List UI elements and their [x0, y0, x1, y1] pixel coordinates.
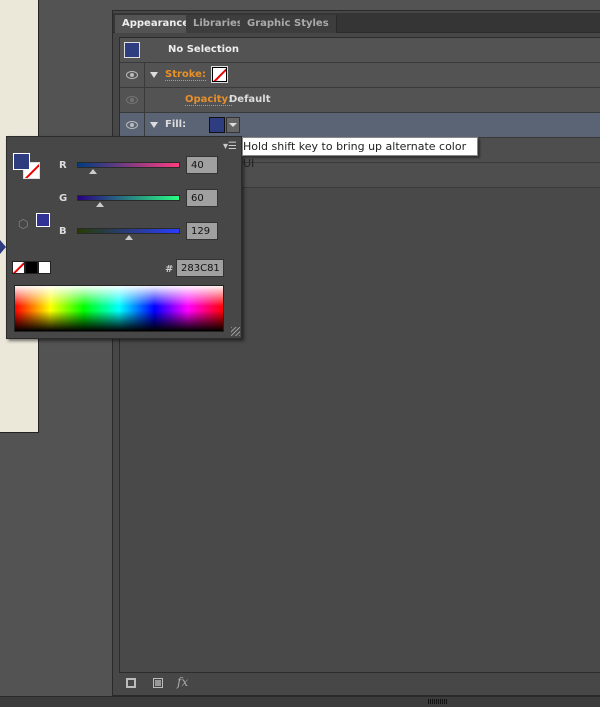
fill-row[interactable]: Fill: [120, 113, 600, 138]
r-slider-thumb[interactable] [89, 169, 97, 174]
color-picker-popup: ▾☰ ⬡ R 40 G 60 B 129 # 283C81 [6, 136, 242, 339]
g-slider-thumb[interactable] [96, 202, 104, 207]
stroke-row[interactable]: Stroke: [120, 63, 600, 88]
black-swatch[interactable] [25, 261, 38, 274]
expand-triangle-icon[interactable] [150, 72, 158, 78]
eye-icon[interactable] [126, 71, 138, 79]
opacity-row[interactable]: Opacity: Default [120, 88, 600, 113]
hex-input[interactable]: 283C81 [176, 259, 224, 277]
eye-icon[interactable] [126, 121, 138, 129]
opacity-label[interactable]: Opacity: [185, 94, 233, 106]
color-spectrum[interactable] [14, 285, 224, 332]
r-slider[interactable] [77, 162, 180, 168]
picker-menu-icon[interactable]: ▾☰ [223, 141, 237, 152]
b-slider[interactable] [77, 228, 180, 234]
panel-resize-bar[interactable] [0, 696, 600, 707]
eye-icon[interactable] [126, 96, 138, 104]
appearance-list: No Selection Stroke: Opacity: Default Fi… [119, 37, 600, 673]
fx-effects-button[interactable]: fx [177, 675, 188, 689]
selection-label: No Selection [168, 44, 240, 55]
tab-graphic-styles[interactable]: Graphic Styles [240, 15, 337, 33]
stroke-label[interactable]: Stroke: [165, 69, 206, 81]
g-slider[interactable] [77, 195, 180, 201]
fill-swatch[interactable] [209, 117, 225, 133]
none-swatch[interactable] [12, 261, 25, 274]
expand-triangle-icon[interactable] [150, 122, 158, 128]
add-fill-icon[interactable] [153, 678, 163, 688]
tooltip: Hold shift key to bring up alternate col… [242, 137, 478, 170]
stroke-swatch[interactable] [211, 66, 228, 83]
opacity-value: Default [229, 94, 271, 105]
grip-icon[interactable] [428, 699, 448, 704]
fill-proxy-swatch[interactable] [13, 153, 30, 170]
white-swatch[interactable] [38, 261, 51, 274]
tab-appearance[interactable]: Appearance [115, 15, 198, 33]
r-label: R [59, 160, 67, 171]
b-label: B [59, 226, 67, 237]
selection-thumbnail [124, 42, 140, 58]
add-stroke-icon[interactable] [126, 678, 136, 688]
b-value-input[interactable]: 129 [186, 222, 218, 240]
appearance-panel: Appearance Libraries Graphic Styles No S… [112, 10, 600, 696]
g-label: G [59, 193, 68, 204]
out-of-gamut-cube-icon[interactable]: ⬡ [18, 217, 28, 231]
b-slider-thumb[interactable] [125, 235, 133, 240]
fill-dropdown-button[interactable] [226, 117, 240, 133]
r-value-input[interactable]: 40 [186, 156, 218, 174]
g-value-input[interactable]: 60 [186, 189, 218, 207]
resize-grip-icon[interactable] [231, 327, 240, 336]
web-safe-swatch[interactable] [36, 213, 50, 227]
hex-hash-label: # [165, 264, 174, 275]
chevron-down-icon [229, 123, 237, 127]
fill-label: Fill: [165, 119, 187, 130]
selection-row: No Selection [120, 38, 600, 63]
panel-tabs: Appearance Libraries Graphic Styles [113, 13, 600, 33]
